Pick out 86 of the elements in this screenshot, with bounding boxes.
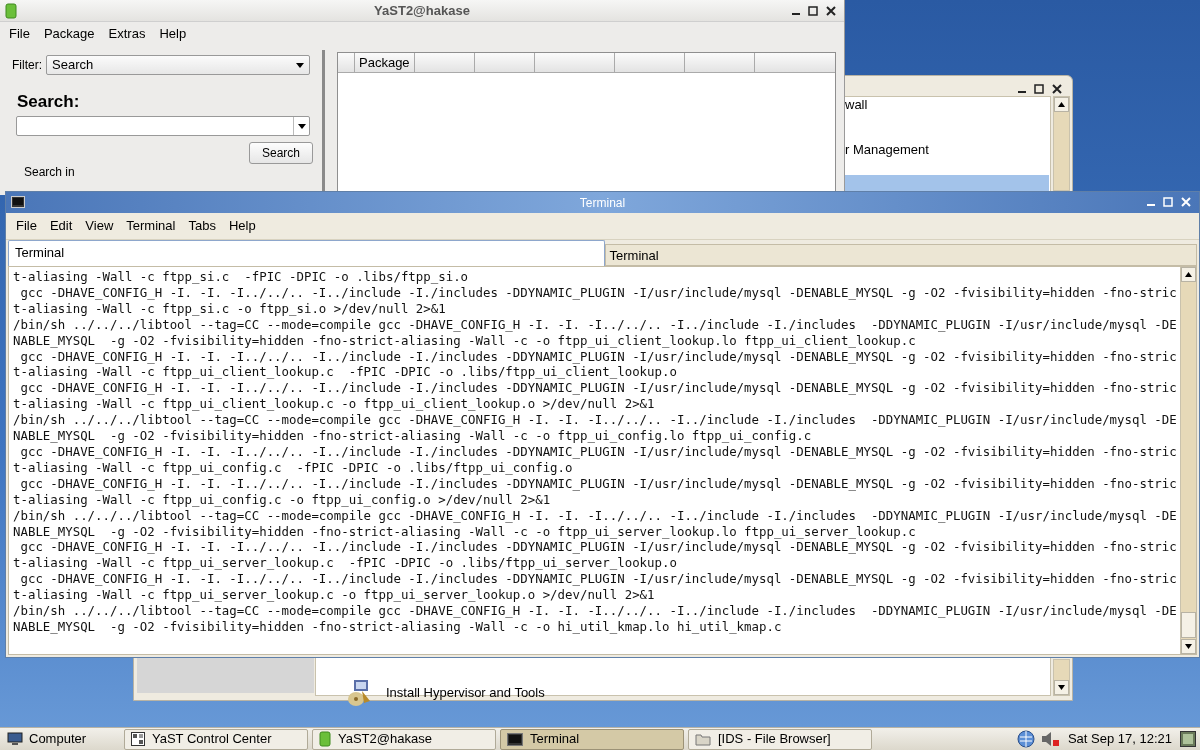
app-icon: [5, 3, 17, 19]
terminal-line: /bin/sh ../../../libtool --tag=CC --mode=compile gcc -DHAVE_CONFIG_H -I. -I. -I../../.. -I../include -I./includes -DDYNAMIC_PLUGIN -I/usr/include/mysql -DE: [13, 603, 1178, 619]
folder-icon: [695, 732, 711, 746]
search-in-label: Search in: [24, 166, 76, 179]
maximize-icon: [1163, 197, 1173, 207]
desktop-icon: [1180, 731, 1196, 747]
minimize-icon: [792, 13, 800, 15]
menu-item[interactable]: Extras: [102, 23, 152, 44]
terminal-line: gcc -DHAVE_CONFIG_H -I. -I. -I../../.. -I../include -I./includes -DDYNAMIC_PLUGIN -I/usr/include/mysql -DENABLE_MYSQL -g -O2 -fvisibility=hidden -fno-stric: [19, 348, 1178, 365]
down-arrow-icon: [1058, 685, 1065, 690]
tab[interactable]: Terminal: [8, 240, 605, 266]
menu-item[interactable]: Tabs: [182, 216, 222, 236]
globe-icon: [1015, 729, 1036, 749]
scrollbar[interactable]: [1053, 96, 1070, 191]
list-item[interactable]: wall: [845, 98, 868, 112]
speaker-icon: [1039, 730, 1060, 748]
close-icon: [1052, 84, 1062, 94]
scroll-down-button[interactable]: [1181, 639, 1196, 654]
scroll-up-button[interactable]: [1054, 97, 1069, 112]
minimize-icon: [1018, 91, 1026, 93]
terminal-line: t-aliasing -Wall -c ftpp_ui_server_lookup.c -fPIC -DPIC -o .libs/ftpp_ui_server_lookup.o: [13, 555, 678, 572]
computer-menu-button[interactable]: Computer: [4, 728, 120, 750]
terminal-line: t-aliasing -Wall -c ftpp_ui_server_lookup.c -o ftpp_ui_server_lookup.o >/dev/null 2>&1: [13, 587, 656, 604]
terminal-line: gcc -DHAVE_CONFIG_H -I. -I. -I../../.. -I../include -I./includes -DDYNAMIC_PLUGIN -I/usr/include/mysql -DENABLE_MYSQL -g -O2 -fvisibility=hidden -fno-stric: [19, 443, 1178, 460]
terminal-line: NABLE_MYSQL -g -O2 -fvisibility=hidden -fno-strict-aliasing -Wall -c -o hi_util_kmap.lo hi_util_kmap.c: [13, 618, 783, 635]
terminal-line: t-aliasing -Wall -c ftpp_ui_config.c -fPIC -DPIC -o .libs/ftpp_ui_config.o: [13, 459, 574, 476]
terminal-line: gcc -DHAVE_CONFIG_H -I. -I. -I../../.. -I../include -I./includes -DDYNAMIC_PLUGIN -I/usr/include/mysql -DENABLE_MYSQL -g -O2 -fvisibility=hidden -fno-stric: [19, 571, 1178, 588]
menu-item[interactable]: File: [3, 23, 36, 44]
down-arrow-icon: [1185, 644, 1192, 649]
terminal-line: gcc -DHAVE_CONFIG_H -I. -I. -I../../.. -I../include -I./includes -DDYNAMIC_PLUGIN -I/usr/include/mysql -DENABLE_MYSQL -g -O2 -fvisibility=hidden -fno-stric: [19, 539, 1178, 556]
scrollbar[interactable]: [1180, 267, 1196, 654]
terminal-line: t-aliasing -Wall -c ftpp_si.c -fPIC -DPIC -o .libs/ftpp_si.o: [13, 269, 470, 285]
terminal-line: t-aliasing -Wall -c ftpp_ui_client_lookup.c -o ftpp_ui_client_lookup.o >/dev/null 2>&1: [13, 396, 656, 413]
search-button[interactable]: Search: [248, 142, 313, 164]
menu-item[interactable]: View: [79, 216, 120, 236]
window-title: YaST2@hakase: [374, 1, 470, 20]
taskbar-button[interactable]: Terminal: [500, 728, 684, 750]
scrollbar[interactable]: [1053, 659, 1070, 696]
close-icon: [1181, 197, 1191, 207]
window-title: Terminal: [579, 194, 626, 212]
item-label[interactable]: Install Hypervisor and Tools: [386, 683, 545, 703]
maximize-icon: [808, 6, 818, 16]
terminal-line: NABLE_MYSQL -g -O2 -fvisibility=hidden -fno-strict-aliasing -Wall -c -o ftpp_ui_config.lo ftpp_ui_config.c: [13, 428, 813, 444]
menu-item[interactable]: Help: [153, 23, 193, 44]
terminal-line: gcc -DHAVE_CONFIG_H -I. -I. -I../../.. -I../include -I./includes -DDYNAMIC_PLUGIN -I/usr/include/mysql -DENABLE_MYSQL -g -O2 -fvisibility=hidden -fno-stric: [19, 475, 1178, 492]
clock: Sat Sep 17, 12:21: [1067, 730, 1172, 749]
column-header[interactable]: Package: [355, 53, 415, 72]
menu-item[interactable]: Terminal: [120, 216, 182, 236]
taskbar-button[interactable]: YaST Control Center: [124, 728, 308, 750]
terminal-line: /bin/sh ../../../libtool --tag=CC --mode=compile gcc -DHAVE_CONFIG_H -I. -I. -I../../.. -I../include -I./includes -DDYNAMIC_PLUGIN -I/usr/include/mysql -DE: [13, 412, 1178, 429]
terminal-line: NABLE_MYSQL -g -O2 -fvisibility=hidden -fno-strict-aliasing -Wall -c -o ftpp_ui_server_lookup.lo ftpp_ui_server_lookup.c: [13, 523, 917, 540]
terminal-line: NABLE_MYSQL -g -O2 -fvisibility=hidden -fno-strict-aliasing -Wall -c -o ftpp_ui_client_lookup.lo ftpp_ui_client_lookup.c: [13, 332, 917, 349]
up-arrow-icon: [1058, 102, 1065, 107]
caret-icon: [296, 62, 304, 68]
terminal-line: t-aliasing -Wall -c ftpp_ui_client_lookup.c -fPIC -DPIC -o .libs/ftpp_ui_client_lookup.o: [13, 364, 678, 381]
scroll-up-button[interactable]: [1181, 267, 1196, 282]
minimize-icon: [1147, 204, 1155, 206]
terminal-icon: [11, 196, 25, 208]
search-heading: Search:: [17, 92, 81, 112]
tab[interactable]: Terminal: [604, 244, 1197, 266]
taskbar-button[interactable]: YaST2@hakase: [312, 728, 496, 750]
terminal-line: gcc -DHAVE_CONFIG_H -I. -I. -I../../.. -I../include -I./includes -DDYNAMIC_PLUGIN -I/usr/include/mysql -DENABLE_MYSQL -g -O2 -fvisibility=hidden -fno-stric: [19, 380, 1178, 397]
terminal-line: t-aliasing -Wall -c ftpp_si.c -o ftpp_si.o >/dev/null 2>&1: [13, 300, 447, 317]
up-arrow-icon: [1185, 272, 1192, 277]
caret-icon: [297, 123, 306, 129]
terminal-icon: [507, 732, 523, 746]
terminal-line: t-aliasing -Wall -c ftpp_ui_config.c -o ftpp_ui_config.o >/dev/null 2>&1: [13, 491, 552, 508]
search-field[interactable]: [16, 116, 310, 136]
app-icon: [319, 731, 331, 747]
terminal-line: gcc -DHAVE_CONFIG_H -I. -I. -I../../.. -I../include -I./includes -DDYNAMIC_PLUGIN -I/usr/include/mysql -DENABLE_MYSQL -g -O2 -fvisibility=hidden -fno-stric: [19, 284, 1178, 301]
scroll-down-button[interactable]: [1054, 680, 1069, 695]
maximize-icon: [1034, 84, 1044, 94]
scroll-thumb[interactable]: [1181, 612, 1196, 638]
taskbar-button[interactable]: [IDS - File Browser]: [688, 728, 872, 750]
terminal-line: /bin/sh ../../../libtool --tag=CC --mode=compile gcc -DHAVE_CONFIG_H -I. -I. -I../../.. -I../include -I./includes -DDYNAMIC_PLUGIN -I/usr/include/mysql -DE: [13, 507, 1178, 524]
list-item[interactable]: r Management: [845, 142, 929, 158]
terminal-line: /bin/sh ../../../libtool --tag=CC --mode=compile gcc -DHAVE_CONFIG_H -I. -I. -I../../.. -I../include -I./includes -DDYNAMIC_PLUGIN -I/usr/include/mysql -DE: [13, 316, 1178, 333]
menu-item[interactable]: Package: [37, 23, 101, 44]
grid-icon: [131, 732, 145, 746]
filter-label: Filter:: [12, 57, 42, 74]
close-icon: [826, 6, 836, 16]
computer-icon: [7, 732, 23, 746]
menu-item[interactable]: File: [10, 216, 43, 236]
menu-item[interactable]: Help: [222, 216, 262, 236]
menu-item[interactable]: Edit: [43, 216, 79, 236]
filter-dropdown[interactable]: Search: [46, 55, 310, 75]
